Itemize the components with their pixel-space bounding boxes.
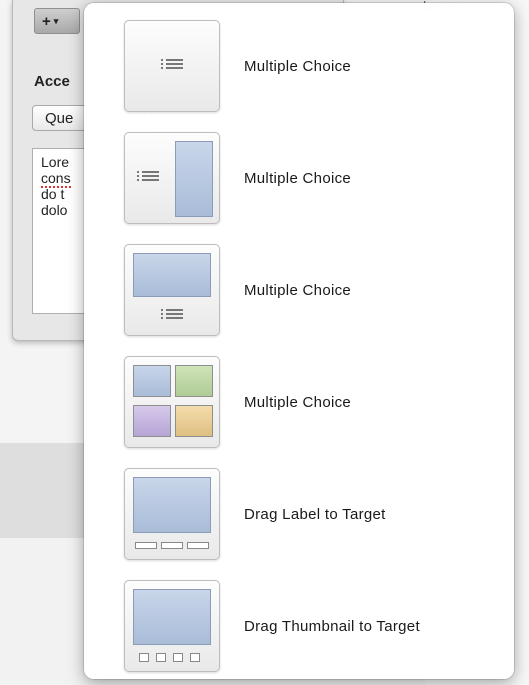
- menu-item-label: Multiple Choice: [244, 169, 352, 187]
- menu-item-label: Multiple Choice: [244, 57, 352, 75]
- image-placeholder-icon: [133, 477, 211, 533]
- green-tile-icon: [175, 365, 213, 397]
- list-image-layout-thumbnail-icon: [124, 132, 220, 224]
- menu-item-label: Drag Thumbnail to Target: [244, 617, 420, 635]
- image-placeholder-icon: [133, 253, 211, 297]
- list-icon: [161, 59, 183, 69]
- chevron-down-icon: ▾: [53, 15, 59, 26]
- add-question-button[interactable]: + ▾: [34, 8, 80, 34]
- section-label: Acce: [34, 73, 70, 90]
- menu-item-label: Multiple Choice: [244, 281, 352, 299]
- blue-tile-icon: [133, 365, 171, 397]
- thumbnail-slot-icon: [190, 653, 200, 662]
- list-icon: [137, 171, 159, 181]
- menu-item-drag-label-to-target[interactable]: Drag Label to Target: [124, 466, 504, 562]
- purple-tile-icon: [133, 405, 171, 437]
- thumbnail-slot-icon: [139, 653, 149, 662]
- thumbnail-slot-icon: [173, 653, 183, 662]
- image-placeholder-icon: [133, 589, 211, 645]
- menu-item-label: Drag Label to Target: [244, 505, 386, 523]
- menu-item-multiple-choice-list-image[interactable]: Multiple Choice: [124, 130, 504, 226]
- image-list-layout-thumbnail-icon: [124, 244, 220, 336]
- thumbnail-slot-icon: [156, 653, 166, 662]
- label-slot-icon: [135, 542, 157, 549]
- menu-item-multiple-choice-grid[interactable]: Multiple Choice: [124, 354, 504, 450]
- drag-label-thumbnail-icon: [124, 468, 220, 560]
- list-icon: [161, 309, 183, 319]
- menu-item-drag-thumbnail-to-target[interactable]: Drag Thumbnail to Target: [124, 578, 504, 674]
- list-layout-thumbnail-icon: [124, 20, 220, 112]
- label-slot-icon: [161, 542, 183, 549]
- question-type-popover: Multiple Choice Multiple Choice Multiple…: [84, 3, 514, 679]
- menu-item-label: Multiple Choice: [244, 393, 352, 411]
- grid-layout-thumbnail-icon: [124, 356, 220, 448]
- label-slot-icon: [187, 542, 209, 549]
- drag-thumbnail-thumbnail-icon: [124, 580, 220, 672]
- menu-item-multiple-choice-image-list[interactable]: Multiple Choice: [124, 242, 504, 338]
- menu-item-multiple-choice-list[interactable]: Multiple Choice: [124, 18, 504, 114]
- plus-icon: +: [42, 12, 51, 30]
- orange-tile-icon: [175, 405, 213, 437]
- image-placeholder-icon: [175, 141, 213, 217]
